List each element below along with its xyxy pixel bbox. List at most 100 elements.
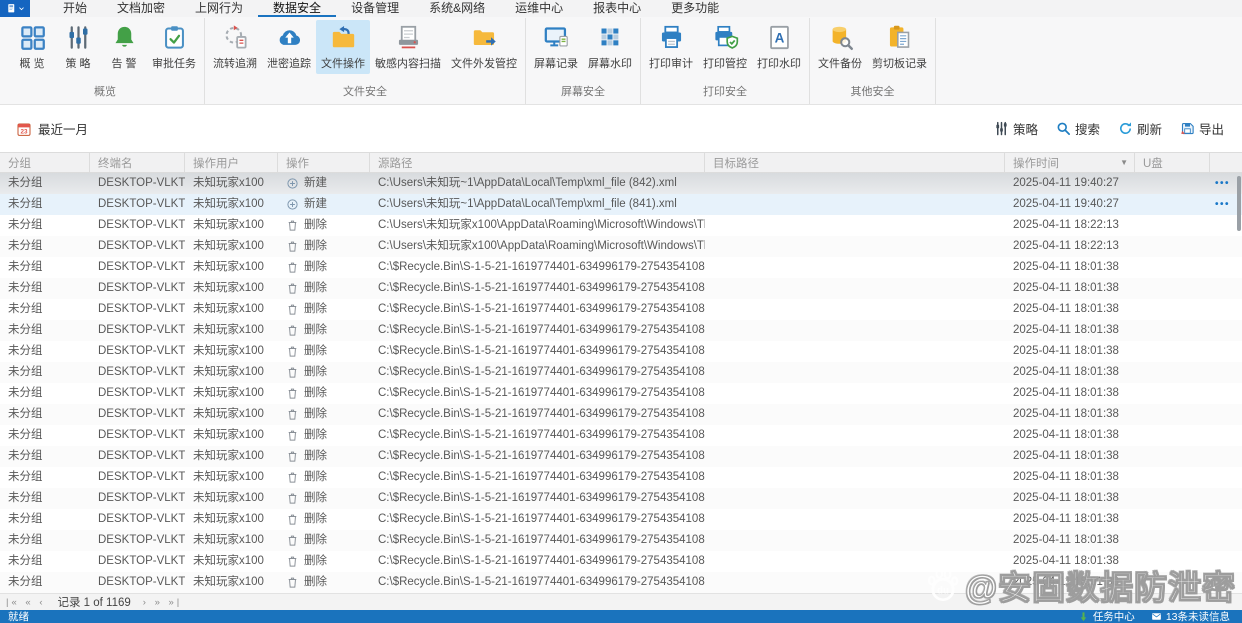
column-header-actions[interactable] xyxy=(1210,153,1242,172)
table-row[interactable]: 未分组 DESKTOP-VLKTLE1 未知玩家x100 删除 C:\Users\未知玩… xyxy=(0,236,1242,257)
operation-label: 删除 xyxy=(304,492,327,504)
table-row[interactable]: 未分组 DESKTOP-VLKTLE1 未知玩家x100 删除 C:\$Recycle.… xyxy=(0,488,1242,509)
table-row[interactable]: 未分组 DESKTOP-VLKTLE1 未知玩家x100 新建 C:\Users\未知玩… xyxy=(0,173,1242,194)
unread-messages-button[interactable]: 13条未读信息 xyxy=(1151,609,1230,623)
date-range-filter[interactable]: 23 最近一月 xyxy=(16,119,88,138)
cell-source: C:\$Recycle.Bin\S-1-5-21-1619774401-6349… xyxy=(378,324,705,336)
menu-tab-更多功能[interactable]: 更多功能 xyxy=(656,0,734,17)
cell-target xyxy=(705,215,1005,236)
ribbon-button-剪切板记录[interactable]: 剪切板记录 xyxy=(867,20,932,74)
cell-group: 未分组 xyxy=(8,450,43,462)
overview-grid-icon xyxy=(19,24,46,51)
table-row[interactable]: 未分组 DESKTOP-VLKTLE1 未知玩家x100 新建 C:\Users\未知玩… xyxy=(0,194,1242,215)
cell-time: 2025-04-11 19:40:27 xyxy=(1013,198,1119,210)
table-row[interactable]: 未分组 DESKTOP-VLKTLE1 未知玩家x100 删除 C:\$Recycle.… xyxy=(0,467,1242,488)
column-header-label: 操作用户 xyxy=(193,157,239,170)
table-row[interactable]: 未分组 DESKTOP-VLKTLE1 未知玩家x100 删除 C:\$Recycle.… xyxy=(0,320,1242,341)
ribbon-button-打印审计[interactable]: 打印审计 xyxy=(644,20,698,74)
trash-icon xyxy=(286,555,299,568)
ribbon-group-文件安全: 流转追溯 泄密追踪 文件操作 敏感内容扫描 文件外发管控 文件安全 xyxy=(205,18,526,104)
table-row[interactable]: 未分组 DESKTOP-VLKTLE1 未知玩家x100 删除 C:\$Recycle.… xyxy=(0,572,1242,593)
table-row[interactable]: 未分组 DESKTOP-VLKTLE1 未知玩家x100 删除 C:\$Recycle.… xyxy=(0,404,1242,425)
cell-menu xyxy=(1210,341,1242,362)
menu-tab-上网行为[interactable]: 上网行为 xyxy=(180,0,258,17)
table-row[interactable]: 未分组 DESKTOP-VLKTLE1 未知玩家x100 删除 C:\$Recycle.… xyxy=(0,299,1242,320)
ribbon-button-审批任务[interactable]: 审批任务 xyxy=(147,20,201,74)
column-header-终端名[interactable]: 终端名 xyxy=(90,153,185,172)
table-row[interactable]: 未分组 DESKTOP-VLKTLE1 未知玩家x100 删除 C:\$Recycle.… xyxy=(0,257,1242,278)
task-center-button[interactable]: 任务中心 xyxy=(1078,609,1135,623)
table-row[interactable]: 未分组 DESKTOP-VLKTLE1 未知玩家x100 删除 C:\$Recycle.… xyxy=(0,362,1242,383)
table-row[interactable]: 未分组 DESKTOP-VLKTLE1 未知玩家x100 删除 C:\$Recycle.… xyxy=(0,278,1242,299)
cell-group: 未分组 xyxy=(8,555,43,567)
ribbon-button-流转追溯[interactable]: 流转追溯 xyxy=(208,20,262,74)
column-header-操作[interactable]: 操作 xyxy=(278,153,370,172)
cell-op: 删除 xyxy=(278,299,370,320)
table-row[interactable]: 未分组 DESKTOP-VLKTLE1 未知玩家x100 删除 C:\$Recycle.… xyxy=(0,551,1242,572)
cell-user: 未知玩家x100 xyxy=(193,450,264,462)
table-row[interactable]: 未分组 DESKTOP-VLKTLE1 未知玩家x100 删除 C:\$Recycle.… xyxy=(0,509,1242,530)
cell-target xyxy=(705,467,1005,488)
cell-target xyxy=(705,530,1005,551)
cell-target xyxy=(705,362,1005,383)
ribbon-button-敏感内容扫描[interactable]: 敏感内容扫描 xyxy=(370,20,446,74)
cell-source: C:\$Recycle.Bin\S-1-5-21-1619774401-6349… xyxy=(378,492,705,504)
pagination-prev-buttons[interactable]: |« « ‹ xyxy=(6,597,45,608)
cell-source: C:\$Recycle.Bin\S-1-5-21-1619774401-6349… xyxy=(378,450,705,462)
cell-op: 删除 xyxy=(278,236,370,257)
column-header-源路径[interactable]: 源路径 xyxy=(370,153,705,172)
menu-tab-报表中心[interactable]: 报表中心 xyxy=(578,0,656,17)
cell-op: 删除 xyxy=(278,509,370,530)
ribbon-button-文件操作[interactable]: 文件操作 xyxy=(316,20,370,74)
ribbon-group-label: 屏幕安全 xyxy=(561,86,605,98)
toolbar-action-导出[interactable]: 导出 xyxy=(1180,119,1224,138)
menu-tab-开始[interactable]: 开始 xyxy=(48,0,102,17)
ribbon-button-文件外发管控[interactable]: 文件外发管控 xyxy=(446,20,522,74)
trash-icon xyxy=(286,492,299,505)
sort-arrow-icon[interactable]: ▼ xyxy=(1120,158,1128,167)
ribbon-button-文件备份[interactable]: 文件备份 xyxy=(813,20,867,74)
toolbar-action-label: 导出 xyxy=(1198,123,1224,137)
column-header-分组[interactable]: 分组 xyxy=(0,153,90,172)
cell-target xyxy=(705,509,1005,530)
toolbar-action-刷新[interactable]: 刷新 xyxy=(1118,119,1162,138)
ribbon-button-打印水印[interactable]: A 打印水印 xyxy=(752,20,806,74)
cell-op: 删除 xyxy=(278,446,370,467)
table-row[interactable]: 未分组 DESKTOP-VLKTLE1 未知玩家x100 删除 C:\Users\未知玩… xyxy=(0,215,1242,236)
ribbon-button-打印管控[interactable]: 打印管控 xyxy=(698,20,752,74)
ribbon-button-告警[interactable]: 告 警 xyxy=(101,20,147,74)
vertical-scrollbar[interactable] xyxy=(1237,176,1241,231)
table-row[interactable]: 未分组 DESKTOP-VLKTLE1 未知玩家x100 删除 C:\$Recycle.… xyxy=(0,446,1242,467)
ribbon-button-策略[interactable]: 策 略 xyxy=(55,20,101,74)
app-menu-button[interactable] xyxy=(0,0,30,17)
toolbar-action-搜索[interactable]: 搜索 xyxy=(1056,119,1100,138)
menu-tab-文档加密[interactable]: 文档加密 xyxy=(102,0,180,17)
menu-tab-数据安全[interactable]: 数据安全 xyxy=(258,0,336,17)
table-row[interactable]: 未分组 DESKTOP-VLKTLE1 未知玩家x100 删除 C:\$Recycle.… xyxy=(0,425,1242,446)
menu-tab-运维中心[interactable]: 运维中心 xyxy=(500,0,578,17)
toolbar-action-策略[interactable]: 策略 xyxy=(994,119,1038,138)
cell-target xyxy=(705,404,1005,425)
cell-target xyxy=(705,572,1005,593)
pagination-next-buttons[interactable]: › » »| xyxy=(143,597,182,608)
ribbon-button-label: 屏幕记录 xyxy=(534,58,578,70)
operation-label: 删除 xyxy=(304,555,327,567)
ribbon-button-屏幕记录[interactable]: 屏幕记录 xyxy=(529,20,583,74)
menu-tab-系统&网络[interactable]: 系统&网络 xyxy=(414,0,500,17)
cell-source: C:\Users\未知玩家x100\AppData\Roaming\Micros… xyxy=(378,219,705,231)
table-row[interactable]: 未分组 DESKTOP-VLKTLE1 未知玩家x100 删除 C:\$Recycle.… xyxy=(0,341,1242,362)
column-header-操作时间[interactable]: 操作时间 ▼ xyxy=(1005,153,1135,172)
pagination-bar: |« « ‹ 记录 1 of 1169 › » »| xyxy=(0,593,1242,610)
cell-usb xyxy=(1135,257,1210,278)
column-header-操作用户[interactable]: 操作用户 xyxy=(185,153,278,172)
cell-user: 未知玩家x100 xyxy=(193,366,264,378)
ribbon-button-概览[interactable]: 概 览 xyxy=(9,20,55,74)
table-row[interactable]: 未分组 DESKTOP-VLKTLE1 未知玩家x100 删除 C:\$Recycle.… xyxy=(0,530,1242,551)
table-row[interactable]: 未分组 DESKTOP-VLKTLE1 未知玩家x100 删除 C:\$Recycle.… xyxy=(0,383,1242,404)
menu-tab-设备管理[interactable]: 设备管理 xyxy=(336,0,414,17)
ribbon-button-泄密追踪[interactable]: 泄密追踪 xyxy=(262,20,316,74)
column-header-U盘[interactable]: U盘 xyxy=(1135,153,1210,172)
column-header-目标路径[interactable]: 目标路径 xyxy=(705,153,1005,172)
record-counter: 记录 1 of 1169 xyxy=(57,597,131,609)
ribbon-button-屏幕水印[interactable]: 屏幕水印 xyxy=(583,20,637,74)
